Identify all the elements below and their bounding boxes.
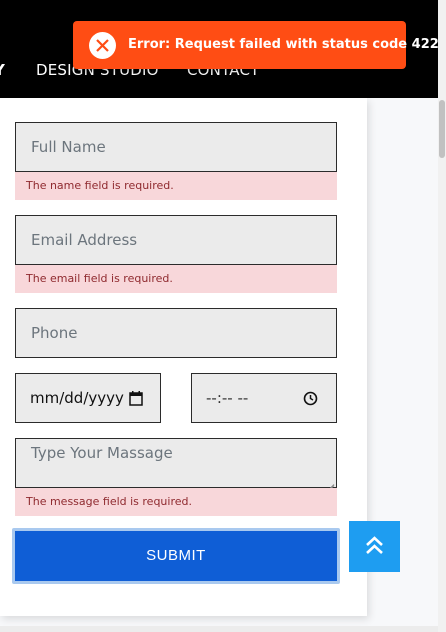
submit-button[interactable]: SUBMIT [15, 531, 337, 581]
toast-close-badge[interactable] [89, 32, 116, 59]
clock-icon[interactable] [303, 391, 318, 406]
full-name-placeholder: Full Name [31, 138, 106, 156]
message-error-text: The message field is required. [26, 495, 192, 508]
message-placeholder: Type Your Massage [31, 444, 173, 462]
close-icon [96, 39, 109, 52]
calendar-icon[interactable] [129, 391, 143, 406]
phone-placeholder: Phone [31, 324, 78, 342]
scroll-to-top-button[interactable] [349, 521, 400, 572]
email-error-alert: The email field is required. [15, 265, 337, 293]
vertical-scrollbar[interactable] [438, 0, 446, 632]
message-textarea[interactable]: Type Your Massage [15, 438, 337, 488]
email-error-text: The email field is required. [26, 272, 173, 285]
email-placeholder: Email Address [31, 231, 138, 249]
nav-item-partial[interactable]: Y [0, 61, 5, 79]
phone-input[interactable]: Phone [15, 308, 337, 358]
scrollbar-thumb[interactable] [439, 100, 445, 158]
double-chevron-up-icon [366, 536, 383, 554]
toast-message: Error: Request failed with status code 4… [128, 37, 439, 52]
full-name-input[interactable]: Full Name [15, 122, 337, 172]
date-input[interactable]: mm/dd/yyyy [15, 373, 161, 423]
message-error-alert: The message field is required. [15, 488, 337, 516]
name-error-text: The name field is required. [26, 179, 174, 192]
email-input[interactable]: Email Address [15, 215, 337, 265]
resize-grip-icon[interactable] [326, 477, 334, 485]
time-input[interactable]: --:-- -- [191, 373, 337, 423]
date-value: mm/dd/yyyy [30, 389, 124, 407]
submit-focus-ring: SUBMIT [12, 528, 340, 584]
time-value: --:-- -- [206, 389, 249, 407]
error-toast[interactable]: Error: Request failed with status code 4… [73, 21, 439, 69]
submit-label: SUBMIT [146, 547, 206, 564]
horizontal-scrollbar[interactable] [0, 626, 438, 632]
name-error-alert: The name field is required. [15, 172, 337, 200]
